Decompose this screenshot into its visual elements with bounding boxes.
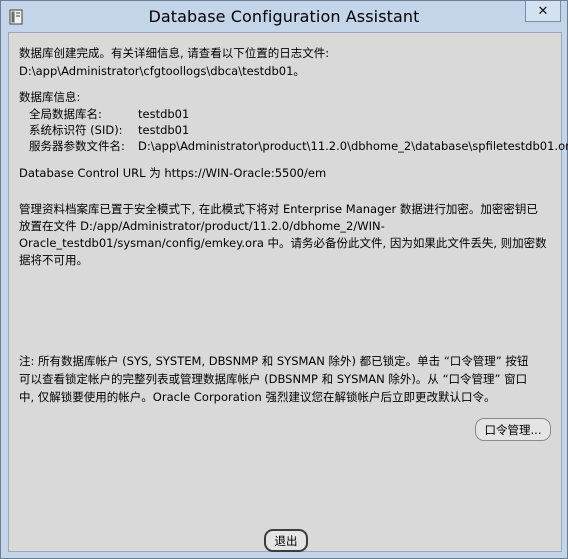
repository-note-line: 放置在文件 D:/app/Administrator/product/11.2.… — [19, 219, 385, 233]
close-icon: ✕ — [537, 3, 549, 19]
accounts-note-line: 注: 所有数据库帐户 (SYS, SYSTEM, DBSNMP 和 SYSMAN… — [19, 354, 529, 368]
accounts-note-line: 可以查看锁定帐户的完整列表或管理数据库帐户 (DBSNMP 和 SYSMAN 除… — [19, 372, 528, 386]
sid-value: testdb01 — [138, 123, 190, 137]
spfile-value: D:\app\Administrator\product\11.2.0\dbho… — [138, 139, 568, 153]
dialog-body: 数据库创建完成。有关详细信息, 请查看以下位置的日志文件: D:\app\Adm… — [8, 32, 568, 552]
title-bar[interactable]: Database Configuration Assistant ✕ — [1, 1, 567, 32]
repository-note-line: 管理资料档案库已置于安全模式下, 在此模式下将对 Enterprise Mana… — [19, 202, 538, 216]
repository-note-line: Oracle_testdb01/sysman/config/emkey.ora … — [19, 236, 547, 250]
close-button[interactable]: ✕ — [525, 1, 561, 22]
global-db-name-value: testdb01 — [138, 107, 190, 121]
repository-note-line: 据将不可用。 — [19, 253, 88, 267]
completion-message: 数据库创建完成。有关详细信息, 请查看以下位置的日志文件: — [19, 46, 330, 60]
log-path: D:\app\Administrator\cfgtoollogs\dbca\te… — [19, 64, 305, 78]
window-title: Database Configuration Assistant — [148, 7, 420, 26]
dialog-window: Database Configuration Assistant ✕ 数据库创建… — [0, 0, 568, 559]
db-info-heading: 数据库信息: — [19, 90, 81, 104]
spfile-label: 服务器参数文件名: — [29, 139, 125, 153]
exit-button[interactable]: 退出 — [264, 529, 308, 552]
accounts-note-line: 中, 仅解锁要使用的帐户。Oracle Corporation 强烈建议您在解锁… — [19, 390, 496, 404]
password-management-button[interactable]: 口令管理... — [475, 418, 551, 441]
control-url: Database Control URL 为 https://WIN-Oracl… — [19, 166, 327, 180]
sid-label: 系统标识符 (SID): — [29, 123, 123, 137]
global-db-name-label: 全局数据库名: — [29, 107, 102, 121]
